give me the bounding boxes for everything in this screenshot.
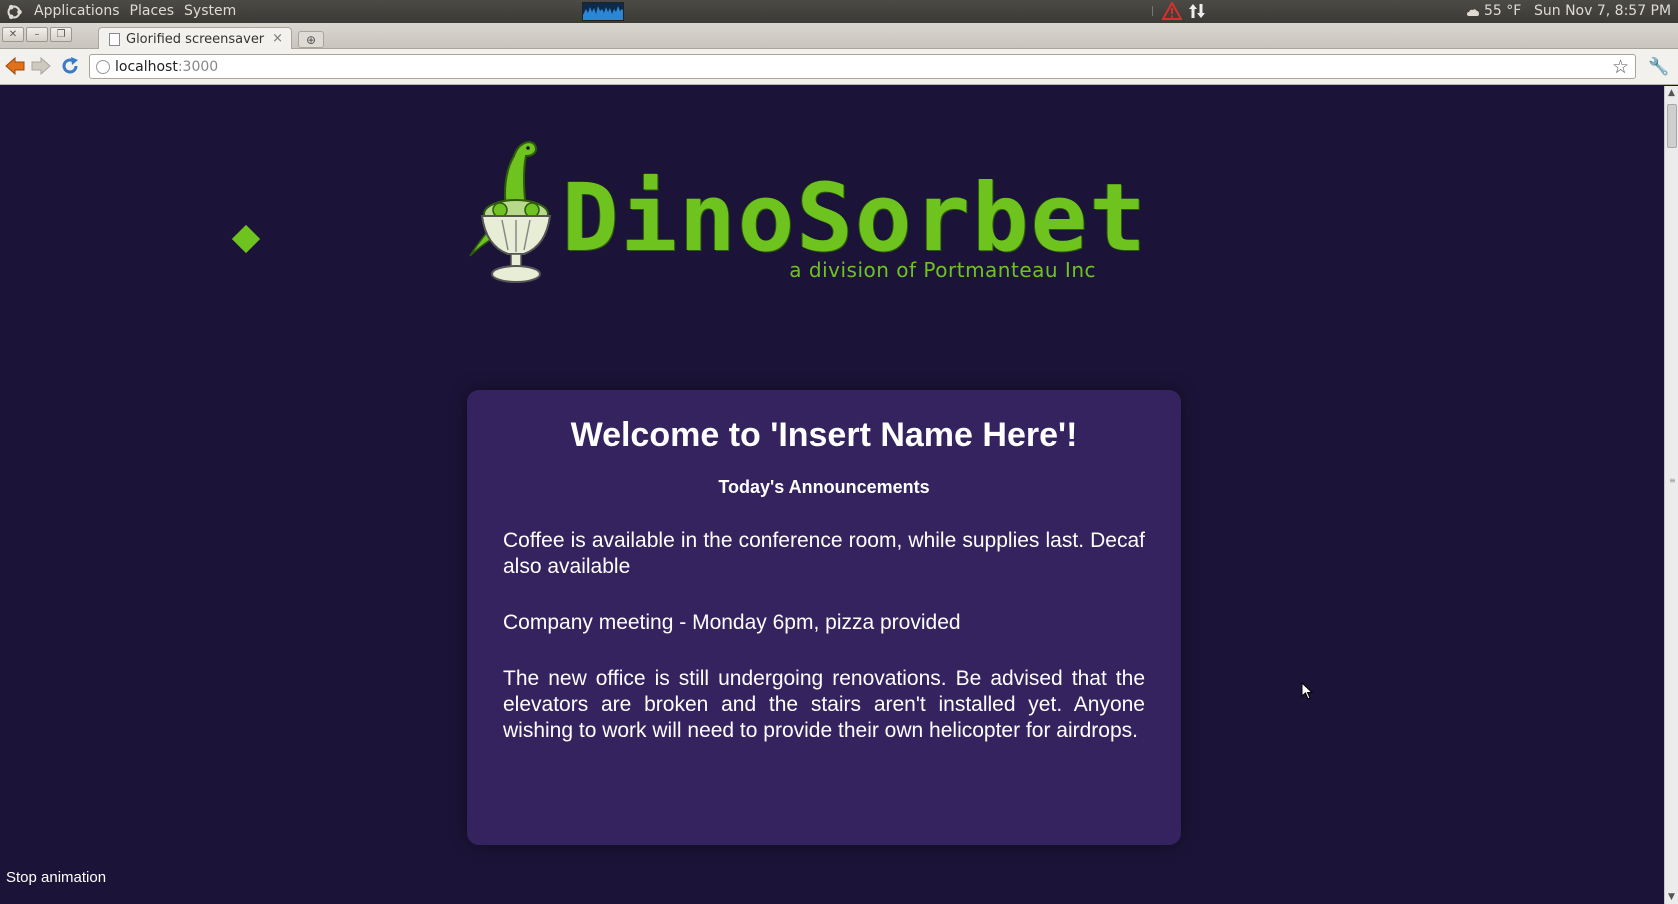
- brand-tagline: a division of Portmanteau Inc: [789, 258, 1096, 282]
- welcome-heading: Welcome to 'Insert Name Here'!: [570, 416, 1078, 454]
- top-panel: Applications Places System 55 °F Sun Nov…: [0, 0, 1678, 23]
- dino-sundae-icon: [469, 140, 552, 283]
- network-icon[interactable]: [1188, 2, 1206, 20]
- stop-animation-link[interactable]: Stop animation: [6, 869, 106, 886]
- scroll-down-icon[interactable]: ▼: [1668, 892, 1675, 902]
- page-viewport: DinoSorbet a division of Portmanteau Inc…: [0, 86, 1664, 904]
- scrollbar-thumb[interactable]: [1667, 104, 1677, 148]
- announcement-item: Coffee is available in the conference ro…: [503, 529, 1145, 578]
- vertical-scrollbar[interactable]: ▲ ≡ ▼: [1664, 86, 1678, 904]
- weather-indicator[interactable]: 55 °F: [1466, 0, 1521, 23]
- animated-diamond: [231, 224, 261, 254]
- weather-temperature: 55 °F: [1484, 3, 1522, 19]
- new-tab-icon[interactable]: ⊕: [298, 31, 324, 48]
- globe-icon: [96, 59, 110, 74]
- mouse-cursor-icon: [1301, 682, 1313, 700]
- ubuntu-logo-icon[interactable]: [5, 3, 23, 21]
- menu-applications[interactable]: Applications: [29, 0, 125, 23]
- system-tray: [1150, 2, 1206, 20]
- menu-places[interactable]: Places: [125, 0, 180, 23]
- brand-wordmark: DinoSorbet: [562, 164, 1148, 273]
- tab-close-icon[interactable]: ×: [272, 31, 283, 46]
- url-port: :3000: [177, 58, 219, 75]
- announcements-heading: Today's Announcements: [718, 477, 930, 497]
- system-monitor-icon[interactable]: [582, 2, 624, 21]
- window-close-button[interactable]: ✕: [2, 27, 24, 42]
- scroll-up-icon[interactable]: ▲: [1668, 88, 1675, 98]
- forward-icon[interactable]: [29, 55, 53, 77]
- window-minimize-button[interactable]: –: [26, 27, 48, 42]
- window-controls: ✕ – ❐: [2, 27, 72, 42]
- menu-system[interactable]: System: [179, 0, 241, 23]
- tab-title: Glorified screensaver: [126, 31, 265, 47]
- warning-icon[interactable]: [1162, 2, 1182, 20]
- announcements-card: Welcome to 'Insert Name Here'! Today's A…: [467, 390, 1181, 845]
- tab-strip: ✕ – ❐ Glorified screensaver × ⊕: [0, 23, 1678, 50]
- tray-separator: [1152, 6, 1153, 16]
- scrollbar-grip-icon: ≡: [1669, 476, 1676, 485]
- reload-icon[interactable]: [58, 55, 82, 77]
- wrench-icon[interactable]: 🔧: [1648, 57, 1669, 77]
- weather-icon: [1467, 8, 1479, 16]
- navigation-toolbar: localhost:3000 ☆ 🔧: [0, 49, 1678, 85]
- address-bar[interactable]: localhost:3000 ☆: [89, 54, 1636, 79]
- window-maximize-button[interactable]: ❐: [50, 27, 72, 42]
- announcement-item: The new office is still undergoing renov…: [503, 667, 1145, 742]
- tab-glorified-screensaver[interactable]: Glorified screensaver ×: [98, 27, 292, 50]
- back-icon[interactable]: [3, 55, 27, 77]
- clock[interactable]: Sun Nov 7, 8:57 PM: [1534, 0, 1671, 23]
- url-host: localhost: [115, 58, 178, 75]
- brand-logo: DinoSorbet a division of Portmanteau Inc: [466, 136, 1186, 286]
- bookmark-star-icon[interactable]: ☆: [1612, 56, 1629, 78]
- page-icon: [109, 32, 120, 46]
- announcement-item: Company meeting - Monday 6pm, pizza prov…: [503, 611, 961, 634]
